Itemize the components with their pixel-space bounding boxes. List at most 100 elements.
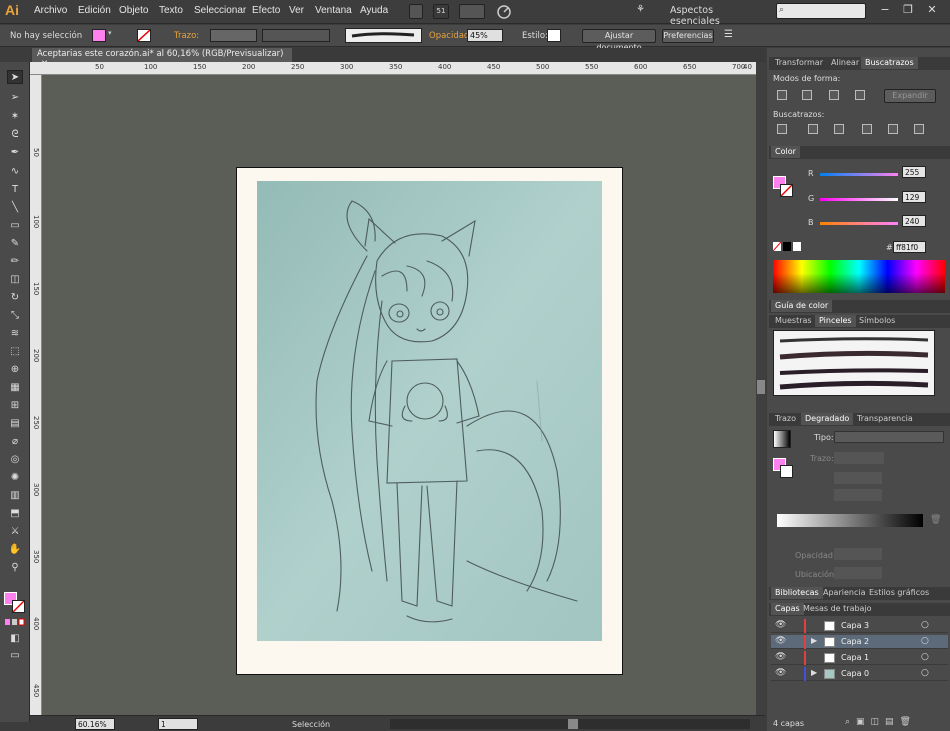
document-tab[interactable]: Aceptarias este corazón.ai* al 60,16% (R… [32, 48, 292, 69]
pen-tool-icon[interactable]: ✒ [7, 146, 23, 160]
layer-row[interactable]: 👁 ▶ Capa 2 ○ [771, 635, 948, 649]
mesh-tool-icon[interactable]: ⊞ [7, 399, 23, 413]
tab-color-guide[interactable]: Guía de color [771, 300, 833, 312]
paintbrush-icon[interactable]: ✎ [7, 237, 23, 251]
vertical-scrollbar-thumb[interactable] [757, 380, 765, 394]
menu-archivo[interactable]: Archivo [34, 5, 67, 16]
gradient-angle-field[interactable] [834, 472, 882, 484]
menu-ayuda[interactable]: Ayuda [360, 5, 388, 16]
layer-name[interactable]: Capa 1 [841, 653, 869, 662]
blend-tool-icon[interactable]: ◎ [7, 453, 23, 467]
crop-icon[interactable] [862, 124, 872, 134]
restore-icon[interactable]: ❐ [898, 3, 918, 20]
arrange-icon[interactable]: ☰ [724, 29, 738, 42]
r-value-field[interactable]: 255 [902, 166, 926, 178]
gradient-slider[interactable] [777, 514, 923, 527]
arrange-documents-icon[interactable] [459, 4, 485, 19]
stroke-gradient-buttons[interactable] [834, 452, 884, 464]
divide-icon[interactable] [777, 124, 787, 134]
expand-arrow-icon[interactable]: ▶ [811, 636, 817, 645]
minus-front-icon[interactable] [802, 90, 812, 100]
brush-library-list[interactable] [773, 330, 935, 396]
horizontal-scrollbar-thumb[interactable] [568, 719, 578, 729]
eraser-icon[interactable]: ◫ [7, 273, 23, 287]
column-graph-icon[interactable]: ▥ [7, 489, 23, 503]
visibility-eye-icon[interactable]: 👁 [775, 668, 786, 678]
selection-tool-icon[interactable]: ➤ [7, 70, 23, 84]
tab-transparencia[interactable]: Transparencia [853, 413, 917, 425]
zoom-field[interactable]: 60.16% [75, 718, 115, 730]
menu-edicion[interactable]: Edición [78, 5, 111, 16]
unite-icon[interactable] [777, 90, 787, 100]
target-circle-icon[interactable]: ○ [921, 636, 929, 646]
color-spectrum[interactable] [773, 260, 945, 293]
color-mode-buttons[interactable] [5, 618, 25, 626]
target-circle-icon[interactable]: ○ [921, 652, 929, 662]
rotate-tool-icon[interactable]: ↻ [7, 291, 23, 305]
expand-button[interactable]: Expandir [884, 89, 936, 103]
layer-row[interactable]: 👁 Capa 1 ○ [771, 651, 948, 665]
tab-mesas-de-trabajo[interactable]: Mesas de trabajo [799, 603, 876, 615]
tab-degradado[interactable]: Degradado [801, 413, 854, 425]
symbol-sprayer-icon[interactable]: ✺ [7, 471, 23, 485]
tab-buscatrazos[interactable]: Buscatrazos [861, 57, 918, 69]
close-icon[interactable]: ✕ [922, 3, 942, 20]
tab-pinceles[interactable]: Pinceles [815, 315, 856, 327]
intersect-icon[interactable] [829, 90, 839, 100]
fill-swatch[interactable] [92, 29, 106, 42]
trim-icon[interactable] [808, 124, 818, 134]
slice-tool-icon[interactable]: ⚔ [7, 525, 23, 539]
tab-color[interactable]: Color [771, 146, 800, 158]
scale-tool-icon[interactable]: ⤡ [7, 309, 23, 323]
perspective-grid-icon[interactable]: ▦ [7, 381, 23, 395]
layer-row[interactable]: 👁 Capa 3 ○ [771, 619, 948, 633]
visibility-eye-icon[interactable]: 👁 [775, 636, 786, 646]
target-circle-icon[interactable]: ○ [921, 620, 929, 630]
exclude-icon[interactable] [855, 90, 865, 100]
tab-transformar[interactable]: Transformar [771, 57, 827, 69]
rectangle-tool-icon[interactable]: ▭ [7, 219, 23, 233]
gradient-opacity-field[interactable] [834, 548, 882, 560]
g-value-field[interactable]: 129 [902, 191, 926, 203]
b-value-field[interactable]: 240 [902, 215, 926, 227]
none-black-white-swatches[interactable] [773, 242, 801, 251]
b-slider[interactable] [820, 222, 898, 225]
warp-tool-icon[interactable]: ≋ [7, 327, 23, 341]
chevron-down-icon[interactable]: ▾ [108, 29, 116, 42]
tab-estilos-graficos[interactable]: Estilos gráficos [865, 587, 933, 599]
opacity-field[interactable]: 45% [467, 29, 503, 42]
stock-badge[interactable]: 51 [433, 4, 449, 19]
gradient-location-field[interactable] [834, 567, 882, 579]
direct-selection-tool-icon[interactable]: ➢ [7, 91, 23, 105]
pencil-icon[interactable]: ✏ [7, 255, 23, 269]
visibility-eye-icon[interactable]: 👁 [775, 620, 786, 630]
free-transform-icon[interactable]: ⬚ [7, 345, 23, 359]
screen-mode-icon[interactable]: ▭ [7, 649, 23, 663]
layer-name[interactable]: Capa 2 [841, 637, 869, 646]
artboard-page-field[interactable]: 1 [158, 718, 198, 730]
merge-icon[interactable] [834, 124, 844, 134]
minus-back-icon[interactable] [914, 124, 924, 134]
expand-arrow-icon[interactable]: ▶ [811, 668, 817, 677]
sync-settings-icon[interactable]: ⚘ [636, 4, 654, 20]
preferences-button[interactable]: Preferencias [662, 29, 714, 43]
r-slider[interactable] [820, 173, 898, 176]
hand-tool-icon[interactable]: ✋ [7, 543, 23, 557]
target-circle-icon[interactable]: ○ [921, 668, 929, 678]
delete-stop-icon[interactable]: 🗑 [930, 515, 941, 525]
toolbar-stroke-swatch[interactable] [12, 600, 25, 613]
gradient-stroke-swatch[interactable] [780, 465, 793, 478]
gradient-type-select[interactable] [834, 431, 944, 443]
menu-texto[interactable]: Texto [159, 5, 183, 16]
sketch-image[interactable] [257, 181, 602, 641]
gpu-performance-icon[interactable] [495, 4, 513, 20]
gradient-aspect-field[interactable] [834, 489, 882, 501]
stroke-label[interactable]: Trazo: [174, 31, 199, 41]
curvature-icon[interactable]: ∿ [7, 165, 23, 179]
tab-trazo[interactable]: Trazo [771, 413, 800, 425]
tab-apariencia[interactable]: Apariencia [819, 587, 869, 599]
tab-bibliotecas[interactable]: Bibliotecas [771, 587, 823, 599]
layer-row[interactable]: 👁 ▶ Capa 0 ○ [771, 667, 948, 681]
stroke-swatch[interactable] [137, 29, 151, 42]
workspace-switcher[interactable]: Aspectos esenciales [664, 3, 764, 27]
